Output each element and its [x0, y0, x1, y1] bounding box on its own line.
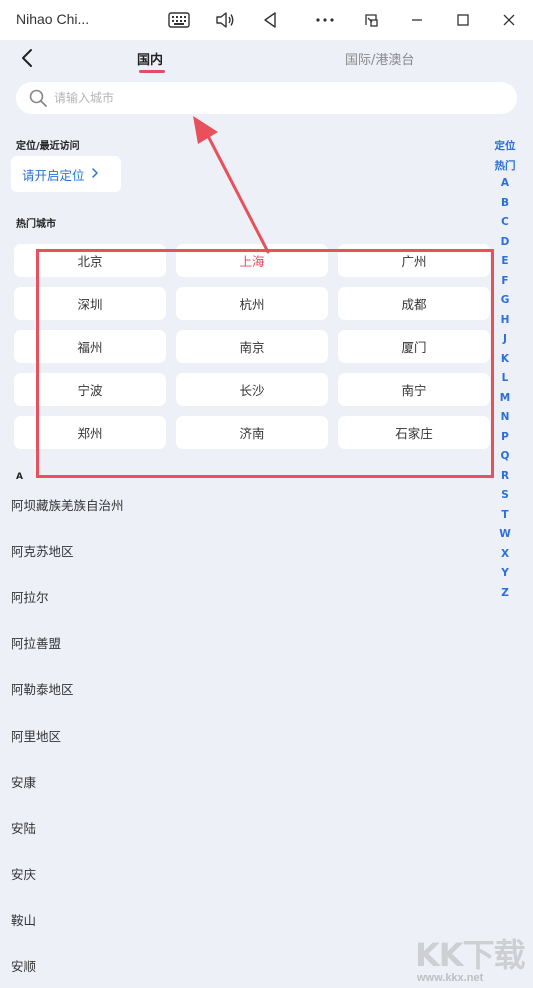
back-triangle-icon[interactable]: [256, 6, 284, 34]
city-list-item[interactable]: 阿勒泰地区: [11, 679, 74, 698]
index-item[interactable]: R: [491, 470, 519, 482]
keyboard-icon[interactable]: [165, 6, 193, 34]
list-section-letter: A: [16, 472, 23, 482]
index-item[interactable]: J: [491, 333, 519, 345]
index-item[interactable]: C: [491, 216, 519, 228]
annotation-highlight-box: [36, 249, 494, 478]
index-item[interactable]: 热门: [491, 158, 519, 173]
more-icon[interactable]: [311, 6, 339, 34]
index-item[interactable]: G: [491, 294, 519, 306]
index-item[interactable]: W: [491, 528, 519, 540]
watermark-logo: KK下载 www.kkx.net: [415, 930, 533, 988]
index-item[interactable]: A: [491, 177, 519, 189]
watermark-url: www.kkx.net: [417, 972, 484, 984]
index-item[interactable]: P: [491, 431, 519, 443]
enable-location-button[interactable]: 请开启定位: [11, 156, 121, 192]
index-item[interactable]: Q: [491, 450, 519, 462]
search-bar[interactable]: [16, 82, 517, 114]
city-list-item[interactable]: 阿克苏地区: [11, 541, 74, 560]
city-list-item[interactable]: 安陆: [11, 818, 36, 837]
minimize-icon[interactable]: [403, 6, 431, 34]
back-chevron-icon[interactable]: [16, 46, 40, 70]
city-list-item[interactable]: 阿里地区: [11, 726, 61, 745]
search-icon: [28, 88, 48, 112]
watermark-text: KK下载: [415, 936, 526, 974]
city-list-item[interactable]: 鞍山: [11, 910, 36, 929]
enable-location-label: 请开启定位: [22, 167, 85, 183]
index-item[interactable]: B: [491, 197, 519, 209]
city-list-item[interactable]: 阿拉尔: [11, 587, 49, 606]
screen-rotate-icon[interactable]: [357, 6, 385, 34]
index-item[interactable]: Z: [491, 587, 519, 599]
index-item[interactable]: L: [491, 372, 519, 384]
index-item[interactable]: E: [491, 255, 519, 267]
location-section-title: 定位/最近访问: [16, 141, 80, 152]
city-list-item[interactable]: 安康: [11, 772, 36, 791]
city-list-item[interactable]: 阿坝藏族羌族自治州: [11, 495, 124, 514]
index-item[interactable]: N: [491, 411, 519, 423]
index-item[interactable]: X: [491, 548, 519, 560]
index-item[interactable]: M: [491, 392, 519, 404]
index-item[interactable]: D: [491, 236, 519, 248]
tab-international[interactable]: 国际/港澳台: [345, 49, 414, 68]
search-input[interactable]: [54, 82, 494, 114]
tab-domestic[interactable]: 国内: [137, 49, 163, 68]
index-item[interactable]: H: [491, 314, 519, 326]
active-tab-indicator: [139, 70, 165, 73]
close-icon[interactable]: [495, 6, 523, 34]
volume-icon[interactable]: [211, 6, 239, 34]
index-item[interactable]: F: [491, 275, 519, 287]
index-item[interactable]: S: [491, 489, 519, 501]
maximize-icon[interactable]: [449, 6, 477, 34]
index-item[interactable]: T: [491, 509, 519, 521]
chevron-right-icon: [91, 167, 99, 182]
app-title: Nihao Chi...: [16, 11, 90, 27]
index-item[interactable]: K: [491, 353, 519, 365]
city-list-item[interactable]: 安顺: [11, 956, 36, 975]
index-item[interactable]: Y: [491, 567, 519, 579]
index-item[interactable]: 定位: [491, 138, 519, 153]
window-titlebar: Nihao Chi...: [0, 0, 533, 40]
hot-cities-section-title: 热门城市: [16, 219, 56, 230]
city-list-item[interactable]: 阿拉善盟: [11, 633, 61, 652]
city-list-item[interactable]: 安庆: [11, 864, 36, 883]
